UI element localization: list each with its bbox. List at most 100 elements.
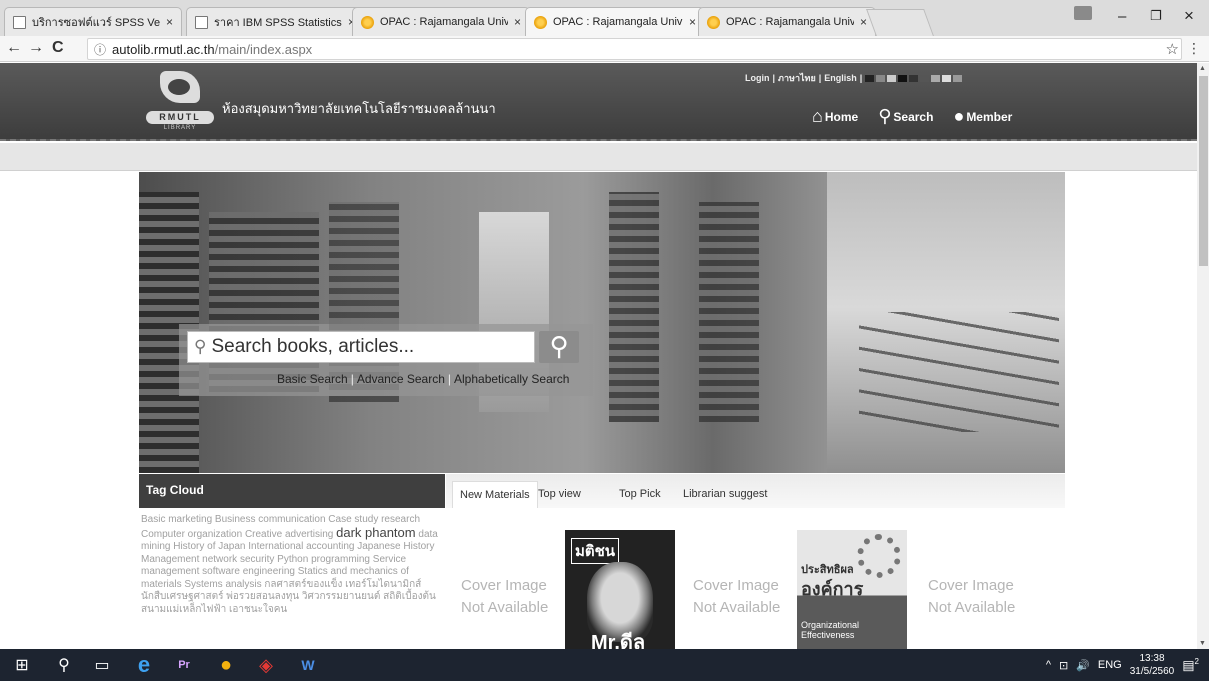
- separator: |: [772, 73, 776, 83]
- home-icon: ⌂: [812, 106, 823, 126]
- bookshelf-graphic: [699, 202, 759, 422]
- nav-member[interactable]: ● Member: [953, 107, 1013, 125]
- app-icon[interactable]: ◈: [246, 649, 286, 681]
- search-button[interactable]: ⚲: [539, 331, 579, 363]
- cover-subtitle: Organizational Effectiveness: [801, 620, 860, 640]
- theme-swatch[interactable]: [942, 74, 952, 82]
- tab-top-view[interactable]: Top view: [531, 481, 588, 508]
- premiere-icon[interactable]: Pr: [164, 649, 204, 681]
- gear-graphic: [857, 534, 901, 578]
- tray-chevron-icon[interactable]: ^: [1046, 659, 1051, 671]
- advance-search-link[interactable]: Advance Search: [354, 372, 448, 386]
- browser-tab[interactable]: บริการซอฟต์แวร์ SPSS Versi ×: [4, 7, 182, 36]
- system-tray: ^ ⊡ 🔊 ENG 13:38 31/5/2560 ▤2: [1046, 649, 1209, 681]
- browser-menu-icon[interactable]: ⋮: [1187, 40, 1201, 57]
- theme-swatch[interactable]: [931, 74, 941, 82]
- cover-not-available[interactable]: Cover Image Not Available: [693, 575, 780, 619]
- reload-button[interactable]: C: [52, 39, 64, 57]
- scrollbar-thumb[interactable]: [1199, 76, 1208, 266]
- profile-icon[interactable]: [1074, 6, 1092, 20]
- minimize-button[interactable]: –: [1118, 8, 1126, 25]
- tab-title: OPAC : Rajamangala Univ: [553, 16, 683, 28]
- url-host: autolib.rmutl.ac.th: [112, 41, 215, 57]
- login-link[interactable]: Login: [745, 73, 770, 83]
- site-header: RMUTL LIBRARY ห้องสมุดมหาวิทยาลัยเทคโนโล…: [0, 63, 1197, 141]
- tab-title: OPAC : Rajamangala Univ: [380, 16, 508, 28]
- theme-swatch[interactable]: [865, 74, 875, 82]
- notifications-icon[interactable]: ▤2: [1182, 657, 1199, 673]
- back-button[interactable]: ←: [6, 39, 22, 57]
- cover-not-available[interactable]: Cover Image Not Available: [461, 575, 548, 619]
- vertical-scrollbar[interactable]: ▲ ▼: [1197, 63, 1209, 649]
- edge-icon[interactable]: e: [124, 649, 164, 681]
- site-info-icon[interactable]: ⓘ: [94, 41, 106, 58]
- theme-swatch[interactable]: [909, 74, 919, 82]
- close-tab-icon[interactable]: ×: [166, 15, 173, 29]
- close-window-button[interactable]: ×: [1184, 6, 1194, 26]
- maximize-button[interactable]: ❐: [1150, 8, 1162, 24]
- thai-language-link[interactable]: ภาษาไทย: [778, 71, 816, 85]
- separator: |: [859, 73, 863, 83]
- cover-na-line: Not Available: [693, 599, 781, 616]
- language-indicator[interactable]: ENG: [1098, 659, 1122, 671]
- book-cover-organizational-effectiveness[interactable]: ประสิทธิผล องค์การ Organizational Effect…: [797, 530, 907, 649]
- search-icon: ⚲: [878, 106, 892, 126]
- magazine-masthead: มติชน: [571, 538, 620, 564]
- scroll-down-arrow-icon[interactable]: ▼: [1199, 640, 1206, 647]
- basic-search-link[interactable]: Basic Search: [274, 372, 351, 386]
- bookmark-star-icon[interactable]: ☆: [1166, 40, 1179, 58]
- nav-home-label: Home: [824, 110, 859, 124]
- tab-title: บริการซอฟต์แวร์ SPSS Versi: [32, 17, 160, 29]
- close-tab-icon[interactable]: ×: [689, 15, 696, 29]
- sub-header-bar: [0, 143, 1197, 171]
- materials-tabs: New Materials Top view Top Pick Libraria…: [446, 474, 1065, 508]
- theme-swatch[interactable]: [953, 74, 963, 82]
- search-icon: ⚲: [549, 331, 569, 361]
- scroll-up-arrow-icon[interactable]: ▲: [1199, 65, 1206, 72]
- nav-member-label: Member: [966, 110, 1013, 124]
- cover-na-line: Cover Image: [693, 577, 779, 594]
- browser-tab-bar: บริการซอฟต์แวร์ SPSS Versi × ราคา IBM SP…: [0, 0, 1209, 36]
- browser-tab[interactable]: ราคา IBM SPSS Statistics ×: [186, 7, 364, 36]
- network-icon[interactable]: ⊡: [1059, 659, 1068, 672]
- nav-home[interactable]: ⌂ Home: [812, 106, 859, 126]
- word-icon[interactable]: W: [288, 649, 328, 681]
- tab-top-pick[interactable]: Top Pick: [612, 481, 668, 508]
- task-view-icon[interactable]: ▭: [82, 649, 122, 681]
- tag-featured[interactable]: dark phantom: [336, 525, 416, 540]
- theme-swatch[interactable]: [876, 74, 886, 82]
- tab-new-materials[interactable]: New Materials: [452, 481, 538, 508]
- cortana-search-icon[interactable]: ⚲: [44, 649, 84, 681]
- forward-button[interactable]: →: [28, 39, 44, 57]
- browser-tab[interactable]: OPAC : Rajamangala Univ ×: [352, 7, 530, 36]
- document-icon: [13, 15, 26, 29]
- search-input[interactable]: ⚲ Search books, articles...: [187, 331, 535, 363]
- volume-icon[interactable]: 🔊: [1076, 659, 1090, 672]
- theme-swatch[interactable]: [898, 74, 908, 82]
- leaf-emblem-icon: [160, 71, 200, 103]
- book-cover-matichon[interactable]: มติชน Mr.ดีล: [565, 530, 675, 649]
- nav-search[interactable]: ⚲ Search: [878, 106, 933, 126]
- tag-list[interactable]: data mining History of Japan Internation…: [141, 529, 438, 615]
- url-input[interactable]: ⓘ autolib.rmutl.ac.th/main/index.aspx: [87, 38, 1182, 60]
- theme-swatch[interactable]: [887, 74, 897, 82]
- opac-icon: [707, 15, 720, 29]
- browser-tab-active[interactable]: OPAC : Rajamangala Univ ×: [525, 7, 705, 36]
- new-tab-button[interactable]: [866, 9, 934, 36]
- alphabetically-search-link[interactable]: Alphabetically Search: [451, 372, 572, 386]
- browser-tab[interactable]: OPAC : Rajamangala Univ ×: [698, 7, 876, 36]
- cover-na-line: Not Available: [928, 599, 1016, 616]
- start-icon[interactable]: ⊞: [2, 649, 42, 681]
- chrome-icon[interactable]: ●: [206, 649, 246, 681]
- tab-librarian-suggest[interactable]: Librarian suggest: [676, 481, 774, 508]
- close-tab-icon[interactable]: ×: [860, 15, 867, 29]
- rmutl-logo[interactable]: RMUTL LIBRARY: [146, 71, 216, 133]
- close-tab-icon[interactable]: ×: [514, 15, 521, 29]
- theme-swatch[interactable]: [920, 74, 930, 82]
- cover-not-available[interactable]: Cover Image Not Available: [928, 575, 1015, 619]
- theme-swatches: [865, 74, 963, 82]
- english-language-link[interactable]: English: [824, 73, 857, 83]
- opac-icon: [534, 15, 547, 29]
- clock[interactable]: 13:38 31/5/2560: [1130, 652, 1175, 678]
- tab-title: ราคา IBM SPSS Statistics: [214, 17, 342, 29]
